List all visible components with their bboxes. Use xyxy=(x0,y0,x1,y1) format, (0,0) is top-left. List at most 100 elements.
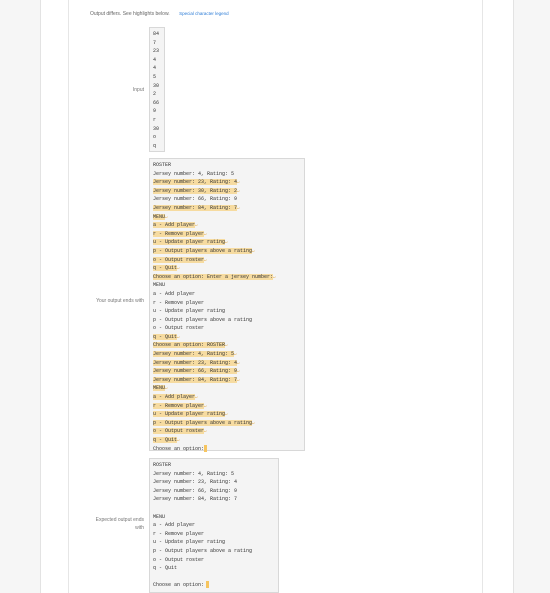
newline-marker-icon: ↵ xyxy=(195,224,198,229)
newline-marker-icon: ↵ xyxy=(204,258,207,263)
input-line: 4 xyxy=(153,65,157,72)
newline-marker-icon: ↵ xyxy=(237,181,240,186)
your-output-line: Choose an option: Enter a jersey number:… xyxy=(153,273,276,280)
newline-marker-icon: ↵ xyxy=(165,387,168,392)
newline-marker-icon: ↵ xyxy=(237,189,240,194)
diff-header: Output differs. See highlights below. Sp… xyxy=(90,11,229,17)
input-label: Input xyxy=(132,87,144,93)
newline-marker-icon: ↵ xyxy=(225,241,228,246)
your-output-line: a - Add player↵ xyxy=(153,394,198,401)
your-output-line: r - Remove player↵ xyxy=(153,402,207,409)
special-character-legend-link[interactable]: Special character legend xyxy=(179,11,229,16)
newline-marker-icon: ↵ xyxy=(177,267,180,272)
your-output-line: Jersey number: 84, Rating: 7↵ xyxy=(153,204,240,211)
expected-output-line xyxy=(153,573,275,582)
expected-output-label: Expected output ends with xyxy=(95,517,144,531)
expected-output-line: q - Quit xyxy=(153,565,178,572)
your-output-line: q - Quit↵ xyxy=(153,333,180,340)
expected-output-line: Choose an option: xyxy=(153,581,275,590)
your-output-line: MENU↵ xyxy=(153,213,168,220)
input-line: q xyxy=(153,142,157,149)
expected-output-line: Jersey number: 23, Rating: 4 xyxy=(153,479,238,486)
expected-output-line: Jersey number: 84, Rating: 7 xyxy=(153,496,238,503)
newline-marker-icon: ↵ xyxy=(204,232,207,237)
diff-message: Output differs. See highlights below. xyxy=(90,11,170,17)
your-output-line: o - Output roster xyxy=(153,325,205,332)
newline-marker-icon: ↵ xyxy=(237,206,240,211)
input-line: r xyxy=(153,116,157,123)
input-line: 2 xyxy=(153,91,157,98)
your-output-line: r - Remove player xyxy=(153,299,205,306)
expected-output-line: p - Output players above a rating xyxy=(153,547,253,554)
newline-marker-icon: ↵ xyxy=(195,396,198,401)
your-output-line: Jersey number: 4, Rating: 5↵ xyxy=(153,351,237,358)
input-line: 7 xyxy=(153,39,157,46)
newline-marker-icon: ↵ xyxy=(225,413,228,418)
input-box: 84 7 23 4 4 5 30 2 66 9 r 30 o q xyxy=(149,27,165,152)
newline-marker-icon: ↵ xyxy=(252,421,255,426)
your-output-line: MENU xyxy=(153,282,166,289)
your-output-line: r - Remove player↵ xyxy=(153,230,207,237)
your-output-line: a - Add player xyxy=(153,290,196,297)
your-output-line: Choose an option: ROSTER↵ xyxy=(153,342,228,349)
expected-output-line: r - Remove player xyxy=(153,530,205,537)
your-output-label: Your output ends with xyxy=(96,298,144,304)
your-output-line: q - Quit↵ xyxy=(153,265,180,272)
newline-marker-icon: ↵ xyxy=(252,249,255,254)
input-line: 84 xyxy=(153,31,160,37)
expected-output-line: Jersey number: 4, Rating: 5 xyxy=(153,470,235,477)
expected-output-line: ROSTER xyxy=(153,462,172,468)
expected-output-line: Jersey number: 66, Rating: 9 xyxy=(153,487,238,494)
newline-marker-icon xyxy=(206,581,210,589)
input-line: 30 xyxy=(153,82,160,89)
newline-marker-icon xyxy=(204,444,208,452)
your-output-line: a - Add player↵ xyxy=(153,222,198,229)
your-output-line: Jersey number: 23, Rating: 4↵ xyxy=(153,359,240,366)
your-output-line: p - Output players above a rating xyxy=(153,316,253,323)
newline-marker-icon: ↵ xyxy=(225,344,228,349)
expected-output-line: a - Add player xyxy=(153,522,196,529)
your-output-box: ROSTER Jersey number: 4, Rating: 5 Jersey … xyxy=(149,158,305,454)
your-output-line: Jersey number: 66, Rating: 9↵ xyxy=(153,368,240,375)
newline-marker-icon: ↵ xyxy=(177,439,180,443)
divider xyxy=(482,0,483,593)
newline-marker-icon: ↵ xyxy=(234,353,237,358)
input-line: 30 xyxy=(153,125,160,132)
your-output-line: p - Output players above a rating↵ xyxy=(153,247,255,254)
input-line: 5 xyxy=(153,73,157,80)
newline-marker-icon: ↵ xyxy=(204,404,207,409)
your-output-line: q - Quit↵ xyxy=(153,437,180,443)
your-output-line: Choose an option: xyxy=(153,444,301,454)
expected-output-line: MENU xyxy=(153,513,166,520)
your-output-line: ROSTER xyxy=(153,162,172,168)
your-output-line: MENU↵ xyxy=(153,385,168,392)
newline-marker-icon: ↵ xyxy=(204,430,207,435)
divider xyxy=(68,0,69,593)
input-line: 66 xyxy=(153,99,160,106)
input-line: 23 xyxy=(153,48,160,55)
input-line: 4 xyxy=(153,56,157,63)
your-output-line: Jersey number: 84, Rating: 7↵ xyxy=(153,376,240,383)
your-output-line: Jersey number: 66, Rating: 9 xyxy=(153,196,238,203)
newline-marker-icon: ↵ xyxy=(177,335,180,340)
your-output-line: u - Update player rating xyxy=(153,308,226,315)
newline-marker-icon: ↵ xyxy=(273,275,276,280)
expected-output-box: ROSTER Jersey number: 4, Rating: 5 Jersey … xyxy=(149,458,279,593)
your-output-line: Jersey number: 4, Rating: 5 xyxy=(153,170,235,177)
expected-output-line: o - Output roster xyxy=(153,556,205,563)
your-output-line: u - Update player rating↵ xyxy=(153,239,228,246)
newline-marker-icon: ↵ xyxy=(237,370,240,375)
your-output-line: Jersey number: 30, Rating: 2↵ xyxy=(153,187,240,194)
expected-output-line xyxy=(153,504,275,513)
your-output-line: u - Update player rating↵ xyxy=(153,411,228,418)
input-line: 9 xyxy=(153,108,157,115)
newline-marker-icon: ↵ xyxy=(237,378,240,383)
your-output-line: o - Output roster↵ xyxy=(153,256,207,263)
your-output-line: o - Output roster↵ xyxy=(153,428,207,435)
newline-marker-icon: ↵ xyxy=(237,361,240,366)
your-output-line: p - Output players above a rating↵ xyxy=(153,419,255,426)
newline-marker-icon: ↵ xyxy=(165,215,168,220)
expected-output-line: u - Update player rating xyxy=(153,539,226,546)
your-output-line: Jersey number: 23, Rating: 4↵ xyxy=(153,179,240,186)
input-line: o xyxy=(153,134,157,141)
